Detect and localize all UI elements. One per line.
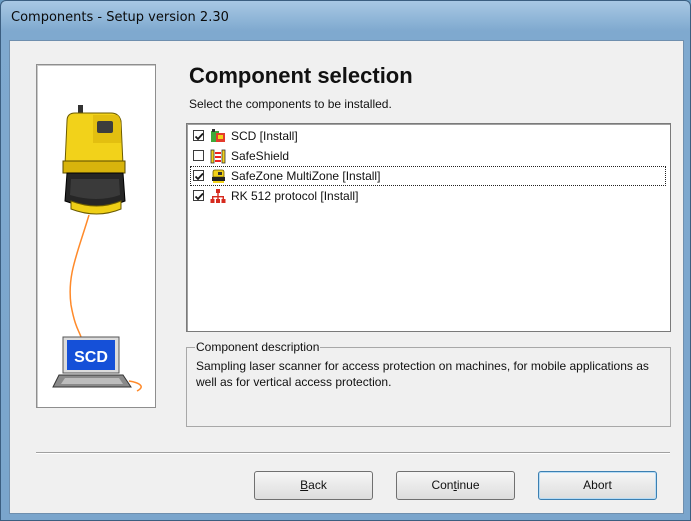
checkbox-scd[interactable] [193,130,204,141]
list-item-label: SafeShield [231,149,290,163]
page-title: Component selection [189,63,413,88]
component-description-legend: Component description [195,340,321,354]
list-item-rk512-protocol[interactable]: RK 512 protocol [Install] [190,186,666,206]
device-illustration-panel: SCD [36,64,156,408]
continue-label-post: inue [456,478,480,492]
safezone-scanner-icon [212,169,225,183]
title-bar[interactable]: Components - Setup version 2.30 [1,1,690,35]
divider [36,452,670,454]
list-item-safeshield[interactable]: SafeShield [190,146,666,166]
window-title: Components - Setup version 2.30 [11,10,229,25]
setup-window: Components - Setup version 2.30 SCD Comp… [0,0,691,521]
list-item-safezone-multizone[interactable]: SafeZone MultiZone [Install] [190,166,666,186]
component-description-text: Sampling laser scanner for access protec… [196,359,649,389]
laser-scanner-illustration: SCD [52,105,142,392]
network-protocol-icon [210,189,226,203]
list-item-scd[interactable]: SCD [Install] [190,126,666,146]
components-list[interactable]: SCD [Install] SafeShield SafeZone MultiZ… [186,123,671,332]
list-item-label: SafeZone MultiZone [Install] [231,169,381,183]
page-subtitle: Select the components to be installed. [189,97,392,111]
monitor-label: SCD [74,349,108,366]
checkbox-rk512-protocol[interactable] [193,190,204,201]
checkmark-icon [194,192,204,201]
list-item-label: SCD [Install] [231,129,298,143]
list-item-label: RK 512 protocol [Install] [231,189,359,203]
checkbox-safezone-multizone[interactable] [193,170,204,181]
checkmark-icon [194,132,204,141]
continue-button[interactable]: Continue [396,471,515,500]
component-description-group: Component description Sampling laser sca… [186,340,671,427]
scanner-device-icon [211,129,225,142]
continue-label-pre: Con [431,478,454,492]
checkmark-icon [194,172,204,181]
back-button[interactable]: Back [254,471,373,500]
safeshield-icon [210,149,226,164]
dialog-client-area: SCD Component selection Select the compo… [9,40,684,514]
checkbox-safeshield[interactable] [193,150,204,161]
back-label-rest: ack [308,478,327,492]
back-mnemonic: B [300,478,309,492]
abort-button[interactable]: Abort [538,471,657,500]
